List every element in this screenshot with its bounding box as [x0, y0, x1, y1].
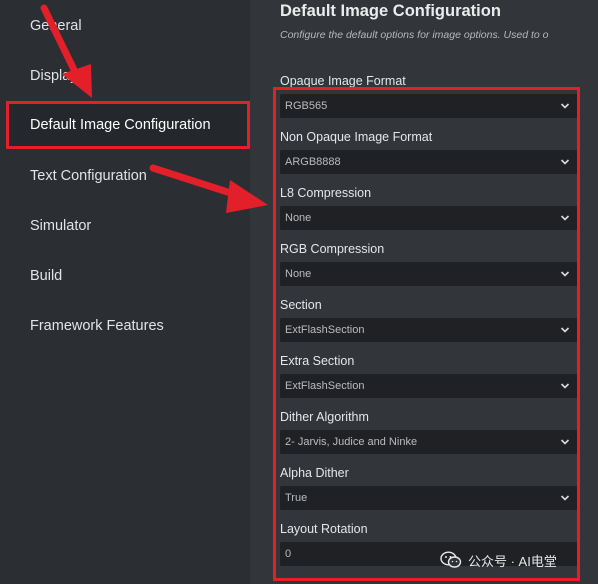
- main-panel: Default Image Configuration Configure th…: [250, 0, 598, 584]
- page-subtitle: Configure the default options for image …: [280, 29, 549, 41]
- sidebar-item-simulator[interactable]: Simulator: [30, 218, 91, 234]
- sidebar-item-framework-features[interactable]: Framework Features: [30, 318, 164, 334]
- sidebar-item-text-configuration[interactable]: Text Configuration: [30, 168, 147, 184]
- sidebar-item-general[interactable]: General: [30, 18, 82, 34]
- sidebar-item-display[interactable]: Display: [30, 68, 78, 84]
- page-title: Default Image Configuration: [280, 2, 501, 20]
- watermark: 公众号 · AI电堂: [440, 548, 557, 572]
- opaque-image-format-label: Opaque Image Format: [280, 74, 406, 88]
- sidebar: General Display Default Image Configurat…: [0, 0, 250, 584]
- highlight-frame: [273, 87, 580, 581]
- wechat-icon: [440, 551, 462, 568]
- sidebar-item-default-image-configuration[interactable]: Default Image Configuration: [6, 101, 250, 149]
- sidebar-item-build[interactable]: Build: [30, 268, 62, 284]
- watermark-text: 公众号 · AI电堂: [468, 553, 557, 569]
